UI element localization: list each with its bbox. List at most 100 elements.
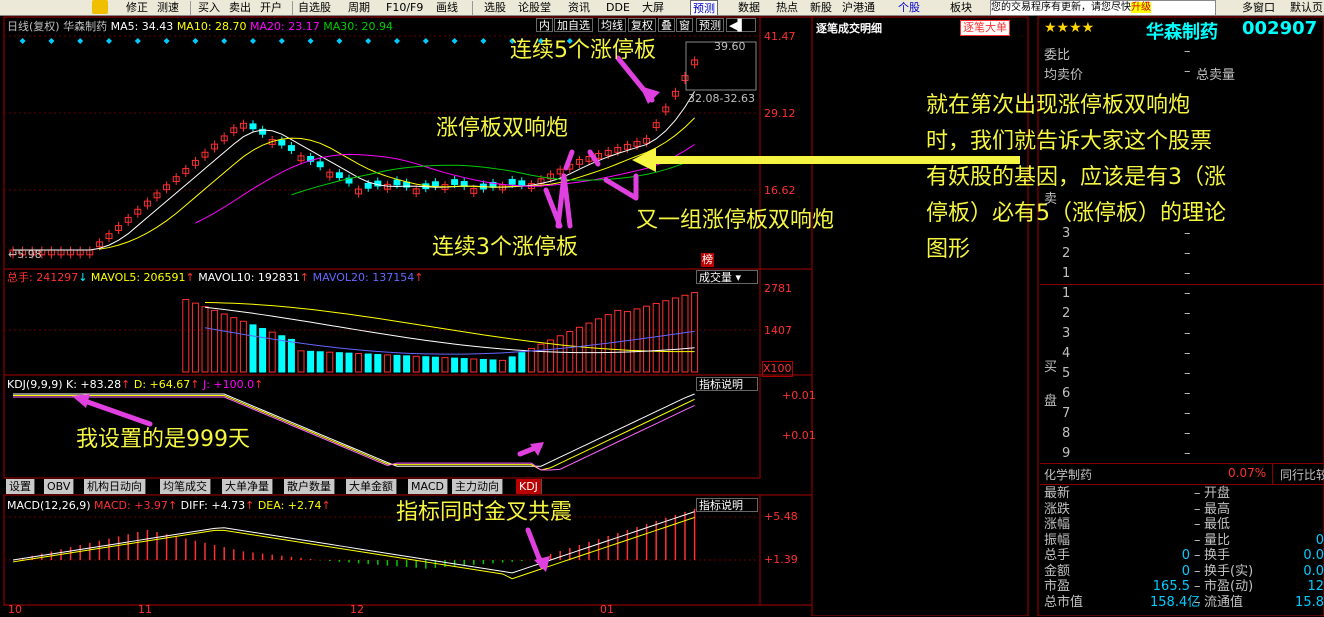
buy-level-4: 4 [1062, 346, 1071, 361]
sector-pct: 0.07% [1228, 466, 1267, 480]
annotation-3-limits: 连续3个涨停板 [432, 235, 578, 260]
btn-add-watch[interactable]: 加自选 [554, 18, 593, 32]
tab-obv[interactable]: OBV [44, 479, 75, 494]
stat-value-r-7: 15.8 [1295, 594, 1324, 610]
avg-sell-label: 均卖价 [1044, 68, 1084, 83]
volume-bar [191, 302, 199, 373]
volume-bar [287, 338, 295, 373]
annotation-explanation: 就在第次出现涨停板双响炮 时，我们就告诉大家这个股票 有妖股的基因，应该是有3（… [926, 93, 1226, 262]
annotation-double-2: 又一组涨停板双响炮 [636, 208, 835, 233]
volume-bar [335, 352, 343, 373]
stat-label-r-5: 换手(实) [1204, 563, 1254, 579]
weibi-value: – [1184, 44, 1191, 59]
tab-settings[interactable]: 设置 [6, 479, 35, 494]
buy-value-2: – [1184, 306, 1191, 321]
signal-diamond [19, 38, 26, 44]
stat-label-r-3: 量比 [1204, 532, 1231, 548]
stat-dash-3: – [1194, 532, 1201, 548]
volume-bar [556, 335, 564, 373]
annotation-kdj-setting: 我设置的是999天 [76, 427, 250, 452]
speaker-icon[interactable]: ◀▌ [726, 18, 756, 32]
volume-bar [239, 320, 247, 373]
volume-bar [633, 308, 641, 373]
volume-bar [489, 359, 497, 373]
tab-main-flow[interactable]: 主力动向 [452, 479, 503, 494]
volume-bar [355, 353, 363, 373]
volume-dropdown[interactable]: 成交量 ▾ [696, 270, 758, 284]
volume-bar [547, 339, 555, 373]
volume-bar [662, 300, 670, 373]
btn-overlay[interactable]: 叠 [658, 18, 675, 32]
stat-dash-6: – [1194, 579, 1201, 594]
kdj-axis-2: +0.01 [782, 429, 816, 442]
tab-inst-flow[interactable]: 机构日动向 [84, 479, 146, 494]
signal-diamond [163, 38, 170, 44]
volume-bar [326, 351, 334, 373]
big-order-tab[interactable]: 逐笔大单 [960, 20, 1010, 36]
volume-bar [259, 328, 267, 373]
btn-window[interactable]: 窗 [676, 18, 693, 32]
tab-avg-trade[interactable]: 均笔成交 [160, 479, 211, 494]
volume-bar [479, 358, 487, 373]
candle-body [278, 139, 286, 146]
macd-explain-button[interactable]: 指标说明 [696, 498, 758, 512]
stat-label-r-1: 最高 [1204, 501, 1231, 517]
btn-forecast[interactable]: 预测 [696, 18, 724, 32]
volume-bar [268, 331, 276, 373]
volume-bar [441, 357, 449, 373]
candle-body [316, 161, 324, 168]
stat-value-r-3: 0 [1315, 532, 1324, 548]
volume-bar [451, 357, 459, 373]
signal-diamond [365, 38, 372, 44]
candle-body [335, 172, 343, 179]
volume-bar [566, 331, 574, 373]
btn-ma[interactable]: 均线 [598, 18, 626, 32]
date-tick-nov: 11 [138, 603, 152, 616]
stat-value-5: 0 [1181, 563, 1190, 579]
buy-value-8: – [1184, 426, 1191, 441]
stat-dash-0: – [1194, 486, 1201, 501]
stat-value-4: 0 [1181, 548, 1190, 563]
macd-line [12, 511, 695, 574]
volume-bar [575, 326, 583, 373]
signal-diamond [221, 38, 228, 44]
rating-stars: ★★★★ [1044, 20, 1095, 36]
tab-big-amount[interactable]: 大单金额 [346, 479, 397, 494]
btn-inner[interactable]: 内 [536, 18, 553, 32]
peer-compare[interactable]: 同行比较 [1280, 466, 1324, 483]
stat-label-r-4: 换手 [1204, 548, 1231, 563]
buy-side-label-2: 盘 [1044, 394, 1058, 409]
ma5-label: MA5: 34.43 [110, 20, 174, 33]
volume-bar [623, 311, 631, 373]
volume-bar [345, 352, 353, 373]
volume-bar [652, 302, 660, 373]
volume-bar [297, 350, 305, 373]
rank-tag[interactable]: 榜 [701, 253, 714, 267]
tab-kdj[interactable]: KDJ [516, 479, 542, 494]
volume-bar [220, 313, 228, 373]
volume-bar [182, 299, 190, 373]
tab-retail[interactable]: 散户数量 [284, 479, 335, 494]
volume-bar [374, 353, 382, 373]
stat-label-6: 市盈 [1044, 579, 1071, 594]
volume-bar [460, 358, 468, 373]
volume-bar [393, 354, 401, 373]
volume-bar [499, 359, 507, 373]
tab-macd[interactable]: MACD [408, 479, 448, 494]
volume-bar [671, 297, 679, 373]
stat-label-0: 最新 [1044, 486, 1071, 501]
tab-big-net[interactable]: 大单净量 [222, 479, 273, 494]
price-axis-3: 16.62 [764, 184, 796, 197]
signal-diamond [394, 38, 400, 44]
annotation-5-limits: 连续5个涨停板 [510, 38, 656, 63]
kdj-header: KDJ(9,9,9) K: +83.28↑ D: +64.67↑ J: +100… [7, 378, 264, 391]
ma20-label: MA20: 23.17 [250, 20, 320, 33]
buy-value-1: – [1184, 286, 1191, 301]
volume-bar [431, 356, 439, 373]
volume-bar [643, 305, 651, 373]
kdj-explain-button[interactable]: 指标说明 [696, 377, 758, 391]
volume-bar [403, 355, 411, 373]
avg-sell-value: – [1184, 64, 1191, 79]
sector-name[interactable]: 化学制药 [1044, 466, 1092, 483]
btn-adjust[interactable]: 复权 [628, 18, 656, 32]
